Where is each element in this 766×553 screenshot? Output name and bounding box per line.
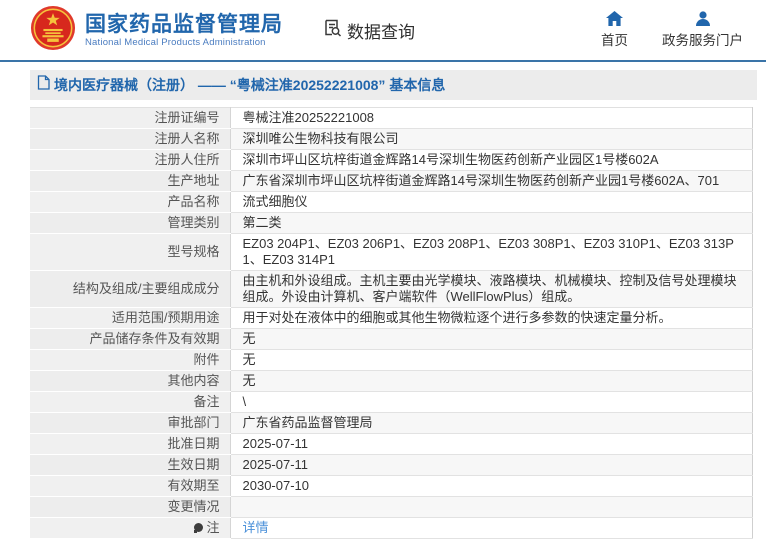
table-row: 注详情 [30,517,753,539]
agency-title-block: 国家药品监督管理局 National Medical Products Admi… [85,13,283,48]
field-value: 流式细胞仪 [229,191,753,213]
table-row: 适用范围/预期用途 用于对处在液体中的细胞或其他生物微粒逐个进行多参数的快速定量分… [30,307,753,329]
table-row: 型号规格 EZ03 204P1、EZ03 206P1、EZ03 208P1、EZ0… [30,233,753,271]
document-icon [37,75,50,95]
field-value: 无 [229,349,753,371]
field-value: 无 [229,370,753,392]
field-label: 有效期至 [30,475,230,497]
data-query-icon [323,18,342,42]
field-label: 管理类别 [30,212,230,234]
home-icon [606,11,623,26]
registration-info-table: 注册证编号 粤械注准20252221008 注册人名称 深圳唯公生物科技有限公司 注册人… [30,107,753,539]
field-label: 注册证编号 [30,107,230,129]
field-label: 注 [30,517,230,539]
field-value: 无 [229,328,753,350]
field-value: 粤械注准20252221008 [229,107,753,129]
field-value: 第二类 [229,212,753,234]
field-value: 详情 [229,517,753,539]
table-row: 产品名称 流式细胞仪 [30,191,753,213]
agency-name-en: National Medical Products Administration [85,36,266,48]
table-row: 注册人名称 深圳唯公生物科技有限公司 [30,128,753,150]
main-content: 境内医疗器械（注册） —— “粤械注准20252221008” 基本信息 注册证… [0,70,766,539]
page-title-bar: 境内医疗器械（注册） —— “粤械注准20252221008” 基本信息 [30,70,757,100]
nav-portal[interactable]: 政务服务门户 [662,11,743,49]
field-label: 适用范围/预期用途 [30,307,230,329]
nav-data-query[interactable]: 数据查询 [323,18,415,43]
field-value: 广东省深圳市坪山区坑梓街道金辉路14号深圳生物医药创新产业园1号楼602A、70… [229,170,753,192]
header-right-nav: 首页 政务服务门户 [601,11,743,49]
agency-name-cn: 国家药品监督管理局 [85,12,283,36]
table-row: 附件无 [30,349,753,371]
page-title: 境内医疗器械（注册） —— “粤械注准20252221008” 基本信息 [54,77,446,93]
field-value: \ [229,391,753,413]
agency-brand: 国家药品监督管理局 National Medical Products Admi… [30,5,283,56]
field-label: 产品储存条件及有效期 [30,328,230,350]
data-query-label: 数据查询 [347,22,415,42]
field-value: 用于对处在液体中的细胞或其他生物微粒逐个进行多参数的快速定量分析。 [229,307,753,329]
user-icon [695,11,711,26]
table-row: 管理类别 第二类 [30,212,753,234]
table-row: 注册人住所 深圳市坪山区坑梓街道金辉路14号深圳生物医药创新产业园区1号楼602A [30,149,753,171]
table-row: 产品储存条件及有效期无 [30,328,753,350]
field-label: 型号规格 [30,233,230,271]
field-label: 结构及组成/主要组成成分 [30,270,230,308]
field-label: 其他内容 [30,370,230,392]
table-row: 生产地址 广东省深圳市坪山区坑梓街道金辉路14号深圳生物医药创新产业园1号楼602… [30,170,753,192]
table-row: 有效期至 2030-07-10 [30,475,753,497]
field-label: 审批部门 [30,412,230,434]
field-value: EZ03 204P1、EZ03 206P1、EZ03 208P1、EZ03 30… [229,233,753,271]
table-row: 生效日期 2025-07-11 [30,454,753,476]
field-label: 注册人住所 [30,149,230,171]
field-label: 产品名称 [30,191,230,213]
table-row: 变更情况 [30,496,753,518]
field-label: 备注 [30,391,230,413]
field-label: 批准日期 [30,433,230,455]
note-icon [194,523,204,533]
field-value: 2025-07-11 [229,433,753,455]
field-label: 生效日期 [30,454,230,476]
nav-home-label: 首页 [601,33,628,48]
table-row: 备注 \ [30,391,753,413]
info-table-body: 注册证编号 粤械注准20252221008 注册人名称 深圳唯公生物科技有限公司 注册人… [30,107,753,539]
field-label: 变更情况 [30,496,230,518]
field-value [229,496,753,518]
field-value: 2025-07-11 [229,454,753,476]
field-value: 2030-07-10 [229,475,753,497]
table-row: 审批部门 广东省药品监督管理局 [30,412,753,434]
site-header: 国家药品监督管理局 National Medical Products Admi… [0,0,766,62]
nav-home[interactable]: 首页 [601,11,628,49]
field-label: 注册人名称 [30,128,230,150]
field-label: 生产地址 [30,170,230,192]
table-row: 其他内容无 [30,370,753,392]
field-value: 由主机和外设组成。主机主要由光学模块、液路模块、机械模块、控制及信号处理模块组成… [229,270,753,308]
field-value: 深圳市坪山区坑梓街道金辉路14号深圳生物医药创新产业园区1号楼602A [229,149,753,171]
table-row: 批准日期 2025-07-11 [30,433,753,455]
national-emblem-logo [30,5,76,56]
table-row: 结构及组成/主要组成成分 由主机和外设组成。主机主要由光学模块、液路模块、机械模块… [30,270,753,308]
detail-link[interactable]: 详情 [243,520,269,535]
table-row: 注册证编号 粤械注准20252221008 [30,107,753,129]
nav-portal-label: 政务服务门户 [662,33,743,48]
field-value: 广东省药品监督管理局 [229,412,753,434]
field-label: 附件 [30,349,230,371]
field-value: 深圳唯公生物科技有限公司 [229,128,753,150]
